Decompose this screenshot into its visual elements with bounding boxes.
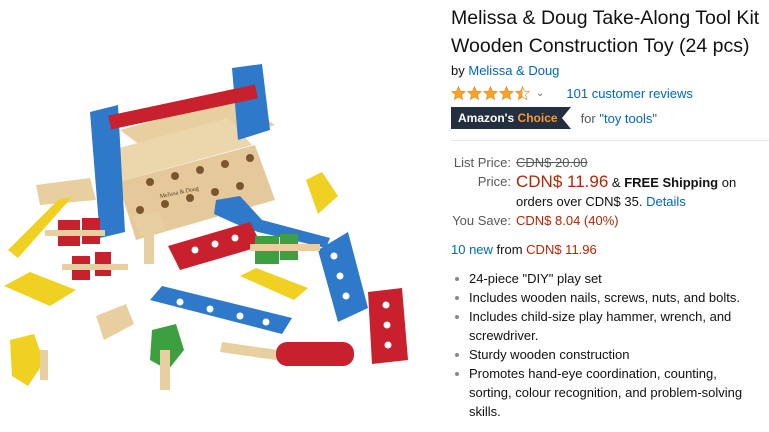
shipping-line-2: orders over CDN$ 35. Details	[451, 192, 763, 211]
by-prefix: by	[451, 63, 465, 78]
price-amp: &	[611, 175, 621, 190]
star-icon	[483, 85, 498, 100]
free-shipping: FREE Shipping	[624, 175, 719, 190]
new-offers-price: CDN$ 11.96	[526, 242, 597, 257]
price-content: CDN$ 11.96 & FREE Shipping on	[516, 172, 736, 192]
new-offers: 10 new from CDN$ 11.96	[451, 242, 763, 257]
divider	[451, 140, 769, 141]
badge-tail	[561, 107, 571, 129]
title-line-2: Wooden Construction Toy (24 pcs)	[451, 35, 750, 57]
you-save-value: CDN$ 8.04 (40%)	[516, 213, 619, 228]
shipping-on: on	[721, 175, 737, 190]
star-icon	[451, 85, 466, 100]
red-plank	[168, 222, 262, 270]
customer-reviews-link[interactable]: 101 customer reviews	[566, 86, 692, 101]
feature-bullet: Includes wooden nails, screws, nuts, and…	[455, 288, 763, 307]
badge-amazons: Amazon's	[458, 111, 515, 125]
new-offers-link[interactable]: 10 new	[451, 242, 493, 257]
you-save-row: You Save: CDN$ 8.04 (40%)	[451, 211, 763, 230]
price-label: Price:	[477, 174, 511, 189]
price-value: CDN$ 11.96	[516, 172, 609, 191]
shipping-details-link[interactable]: Details	[646, 194, 686, 209]
star-rating[interactable]	[451, 85, 530, 101]
badge-for-text: for "toy tools"	[581, 111, 657, 126]
list-price-row: List Price: CDN$ 20.00	[451, 153, 763, 172]
for-prefix: for	[580, 110, 596, 126]
toy-tools-link[interactable]: "toy tools"	[599, 111, 657, 126]
amazons-choice-badge[interactable]: Amazon's Choice	[451, 107, 562, 129]
star-icon	[499, 85, 514, 100]
chevron-down-icon[interactable]: ⌄	[536, 88, 544, 99]
product-image[interactable]: Melissa & Doug	[0, 0, 440, 427]
product-title: Melissa & Doug Take-Along Tool Kit Woode…	[451, 4, 763, 60]
shipping-threshold: orders over CDN$ 35.	[516, 194, 643, 209]
price-block: List Price: CDN$ 20.00 Price: CDN$ 11.96…	[451, 153, 763, 230]
feature-bullet: Promotes hand-eye coordination, counting…	[455, 364, 763, 421]
feature-bullet: 24-piece "DIY" play set	[455, 269, 763, 288]
amazons-choice-row: Amazon's Choice for "toy tools"	[451, 107, 763, 129]
feature-bullets: 24-piece "DIY" play set Includes wooden …	[451, 269, 763, 421]
byline: by Melissa & Doug	[451, 62, 763, 80]
list-price-label: List Price:	[453, 155, 511, 170]
rating-row: ⌄ 101 customer reviews	[451, 83, 763, 103]
red-plank-right	[368, 288, 408, 364]
badge-choice: Choice	[517, 111, 558, 125]
screwdriver	[220, 342, 354, 366]
brand-link[interactable]: Melissa & Doug	[468, 63, 559, 78]
feature-bullet: Includes child-size play hammer, wrench,…	[455, 307, 763, 345]
star-icon	[467, 85, 482, 100]
price-row: Price: CDN$ 11.96 & FREE Shipping on	[451, 172, 763, 192]
feature-bullet: Sturdy wooden construction	[455, 345, 763, 364]
blue-plank	[318, 232, 368, 322]
you-save-label: You Save:	[452, 213, 511, 228]
product-info: Melissa & Doug Take-Along Tool Kit Woode…	[451, 4, 769, 421]
list-price-value: CDN$ 20.00	[516, 155, 588, 170]
title-line-1: Melissa & Doug Take-Along Tool Kit	[451, 7, 760, 29]
half-star-icon	[515, 85, 530, 100]
toolkit-illustration: Melissa & Doug	[4, 64, 408, 390]
new-offers-from: from	[496, 242, 523, 257]
